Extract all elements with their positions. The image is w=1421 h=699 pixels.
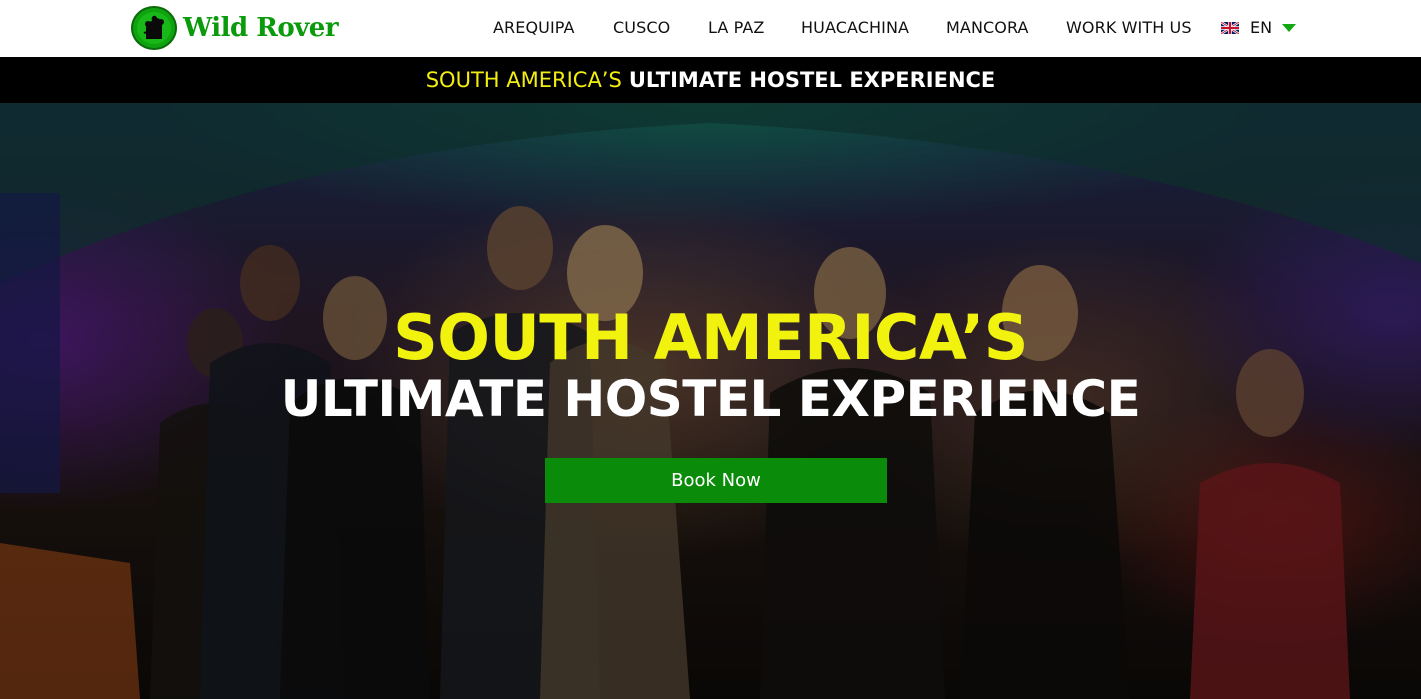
hero-title-highlight: SOUTH AMERICA’S <box>393 301 1028 374</box>
chevron-down-icon <box>1282 23 1297 32</box>
hero-title-subline: ULTIMATE HOSTEL EXPERIENCE <box>280 370 1141 428</box>
nav-item-arequipa[interactable]: AREQUIPA <box>493 18 575 37</box>
language-selector[interactable]: EN <box>1221 18 1297 37</box>
nav-item-cusco[interactable]: CUSCO <box>613 18 670 37</box>
uk-flag-icon <box>1221 21 1239 34</box>
book-now-button[interactable]: Book Now <box>545 458 887 503</box>
nav-item-la-paz[interactable]: LA PAZ <box>708 18 764 37</box>
hero-banner: SOUTH AMERICA’S ULTIMATE HOSTEL EXPERIEN… <box>0 103 1421 699</box>
language-label: EN <box>1250 18 1273 37</box>
tagline-bar: SOUTH AMERICA’S ULTIMATE HOSTEL EXPERIEN… <box>0 57 1421 103</box>
site-header: Wild Rover AREQUIPA CUSCO LA PAZ HUACACH… <box>0 0 1421 57</box>
nav-item-work-with-us[interactable]: WORK WITH US <box>1066 18 1192 37</box>
tagline-bold: ULTIMATE HOSTEL EXPERIENCE <box>628 68 996 92</box>
nav-item-huacachina[interactable]: HUACACHINA <box>801 18 909 37</box>
nav-item-mancora[interactable]: MANCORA <box>946 18 1029 37</box>
tagline-highlight: SOUTH AMERICA’S <box>425 68 622 92</box>
main-nav: AREQUIPA CUSCO LA PAZ HUACACHINA MANCORA… <box>0 0 1421 57</box>
